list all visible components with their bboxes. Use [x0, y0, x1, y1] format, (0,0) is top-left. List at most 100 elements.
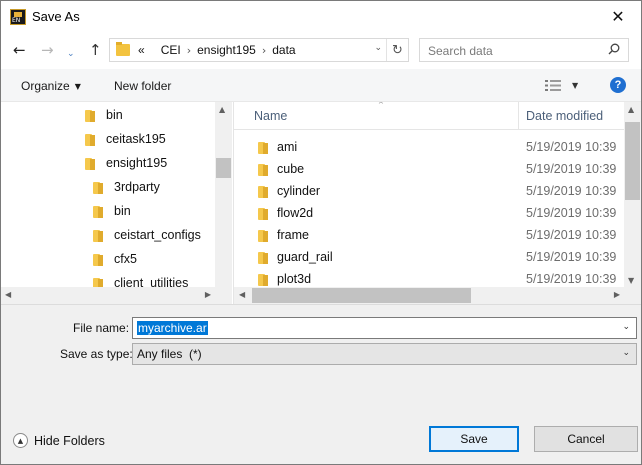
tree-item-ensight195[interactable]: ensight195 — [85, 151, 167, 175]
view-details-icon[interactable] — [545, 80, 561, 91]
search-icon — [608, 43, 620, 55]
scroll-right-icon[interactable]: ▶ — [614, 290, 620, 299]
file-name-value: myarchive.ar — [137, 321, 208, 335]
file-row[interactable]: cube 5/19/2019 10:39 — [234, 158, 626, 180]
tree-item-label: ceistart_configs — [114, 228, 201, 242]
title-bar: Save As ✕ — [1, 1, 641, 33]
tree-item-3rdparty[interactable]: 3rdparty — [93, 175, 160, 199]
tree-item-label: 3rdparty — [114, 180, 160, 194]
chevron-down-icon[interactable]: ⌄ — [622, 322, 630, 332]
file-date-modified: 5/19/2019 10:39 — [526, 228, 617, 242]
breadcrumb-ensight195[interactable]: ensight195 — [197, 43, 256, 57]
scroll-right-icon[interactable]: ▶ — [205, 290, 211, 299]
chevron-down-icon[interactable]: ⌄ — [622, 348, 630, 358]
file-name: guard_rail — [277, 250, 333, 264]
file-date-modified: 5/19/2019 10:39 — [526, 272, 617, 286]
tree-item-bin[interactable]: bin — [85, 103, 123, 127]
file-row[interactable]: frame 5/19/2019 10:39 — [234, 224, 626, 246]
organize-button[interactable]: Organize ▼ — [21, 79, 81, 93]
breadcrumb-data[interactable]: data — [272, 43, 295, 57]
tree-vertical-scrollbar[interactable]: ▲ — [215, 102, 232, 304]
file-vertical-scrollbar[interactable]: ▲ ▼ — [624, 102, 641, 287]
organize-label: Organize — [21, 79, 70, 93]
folder-icon — [85, 156, 97, 170]
folder-icon — [93, 252, 105, 266]
tree-item-ceistart-configs[interactable]: ceistart_configs — [93, 223, 201, 247]
file-date-modified: 5/19/2019 10:39 — [526, 250, 617, 264]
tree-item-ceitask195[interactable]: ceitask195 — [85, 127, 166, 151]
new-folder-button[interactable]: New folder — [114, 79, 171, 93]
breadcrumb-separator[interactable]: › — [187, 44, 191, 57]
scroll-up-icon[interactable]: ▲ — [628, 105, 634, 114]
file-horizontal-scrollbar[interactable]: ◀ ▶ — [234, 287, 624, 304]
tree-horizontal-scrollbar[interactable]: ◀ ▶ — [1, 287, 215, 304]
scrollbar-corner — [624, 287, 641, 304]
file-name: plot3d — [277, 272, 312, 286]
scrollbar-thumb[interactable] — [625, 122, 640, 200]
address-dropdown-chevron-icon[interactable]: ⌄ — [374, 43, 382, 53]
up-one-level-button[interactable]: ↑ — [89, 41, 102, 59]
navigation-bar: ← → ⌄ ↑ « CEI › ensight195 › data ⌄ ↻ Se… — [1, 33, 641, 69]
window-title: Save As — [32, 9, 80, 24]
tree-item-label: cfx5 — [114, 252, 137, 266]
chevron-up-circle-icon: ▲ — [13, 433, 28, 448]
scroll-up-icon[interactable]: ▲ — [219, 105, 225, 114]
scrollbar-thumb[interactable] — [252, 288, 471, 303]
column-header-row: Name ^ Date modified — [234, 102, 641, 130]
file-name: flow2d — [277, 206, 314, 220]
file-name-field[interactable]: myarchive.ar ⌄ — [132, 317, 637, 339]
column-separator[interactable] — [518, 102, 519, 130]
folder-icon — [258, 228, 270, 242]
file-row[interactable]: cylinder 5/19/2019 10:39 — [234, 180, 626, 202]
file-date-modified: 5/19/2019 10:39 — [526, 162, 617, 176]
scroll-left-icon[interactable]: ◀ — [239, 290, 245, 299]
sort-ascending-icon: ^ — [378, 102, 384, 109]
breadcrumb-separator[interactable]: › — [262, 44, 266, 57]
file-name: cylinder — [277, 184, 321, 198]
hide-folders-label: Hide Folders — [34, 433, 105, 448]
save-as-type-select[interactable]: Any files (*) ⌄ — [132, 343, 637, 365]
folder-icon — [258, 184, 270, 198]
column-header-date-modified[interactable]: Date modified — [526, 109, 603, 123]
search-input[interactable]: Search data — [419, 38, 629, 62]
cancel-button[interactable]: Cancel — [534, 426, 638, 452]
scrollbar-thumb[interactable] — [216, 158, 231, 178]
tree-item-cfx5[interactable]: cfx5 — [93, 247, 137, 271]
save-as-type-label: Save as type: — [60, 347, 133, 361]
help-icon[interactable]: ? — [610, 77, 626, 93]
file-row[interactable]: ami 5/19/2019 10:39 — [234, 136, 626, 158]
refresh-button[interactable]: ↻ — [386, 39, 408, 61]
folder-icon — [85, 108, 97, 122]
file-date-modified: 5/19/2019 10:39 — [526, 184, 617, 198]
scroll-down-icon[interactable]: ▼ — [628, 276, 634, 285]
tree-item-bin-sub[interactable]: bin — [93, 199, 131, 223]
scroll-left-icon[interactable]: ◀ — [5, 290, 11, 299]
address-bar[interactable]: « CEI › ensight195 › data ⌄ ↻ — [109, 38, 409, 62]
save-button[interactable]: Save — [429, 426, 519, 452]
save-as-type-value: Any files (*) — [137, 347, 202, 361]
file-name-label: File name: — [73, 321, 130, 335]
hide-folders-button[interactable]: ▲ Hide Folders — [13, 433, 105, 448]
tree-item-label: ensight195 — [106, 156, 168, 170]
tree-item-label: bin — [114, 204, 131, 218]
search-placeholder: Search data — [428, 44, 493, 58]
folder-icon — [258, 162, 270, 176]
forward-button[interactable]: → — [41, 41, 54, 59]
column-header-name[interactable]: Name — [254, 109, 287, 123]
breadcrumb-cei[interactable]: CEI — [161, 43, 181, 57]
folder-icon — [258, 272, 270, 286]
view-options-caret-icon[interactable]: ▼ — [572, 81, 578, 90]
file-list: Name ^ Date modified ami 5/19/2019 10:39… — [234, 102, 641, 304]
breadcrumb-overflow[interactable]: « — [138, 43, 145, 57]
file-row[interactable]: guard_rail 5/19/2019 10:39 — [234, 246, 626, 268]
folder-icon — [258, 250, 270, 264]
folder-icon — [258, 140, 270, 154]
recent-locations-chevron-icon[interactable]: ⌄ — [67, 45, 75, 63]
folder-icon — [93, 204, 105, 218]
command-toolbar: Organize ▼ New folder ▼ ? — [1, 69, 641, 102]
tree-item-label: bin — [106, 108, 123, 122]
close-button[interactable]: ✕ — [595, 1, 641, 32]
back-button[interactable]: ← — [13, 41, 26, 59]
folder-icon — [85, 132, 97, 146]
file-row[interactable]: flow2d 5/19/2019 10:39 — [234, 202, 626, 224]
